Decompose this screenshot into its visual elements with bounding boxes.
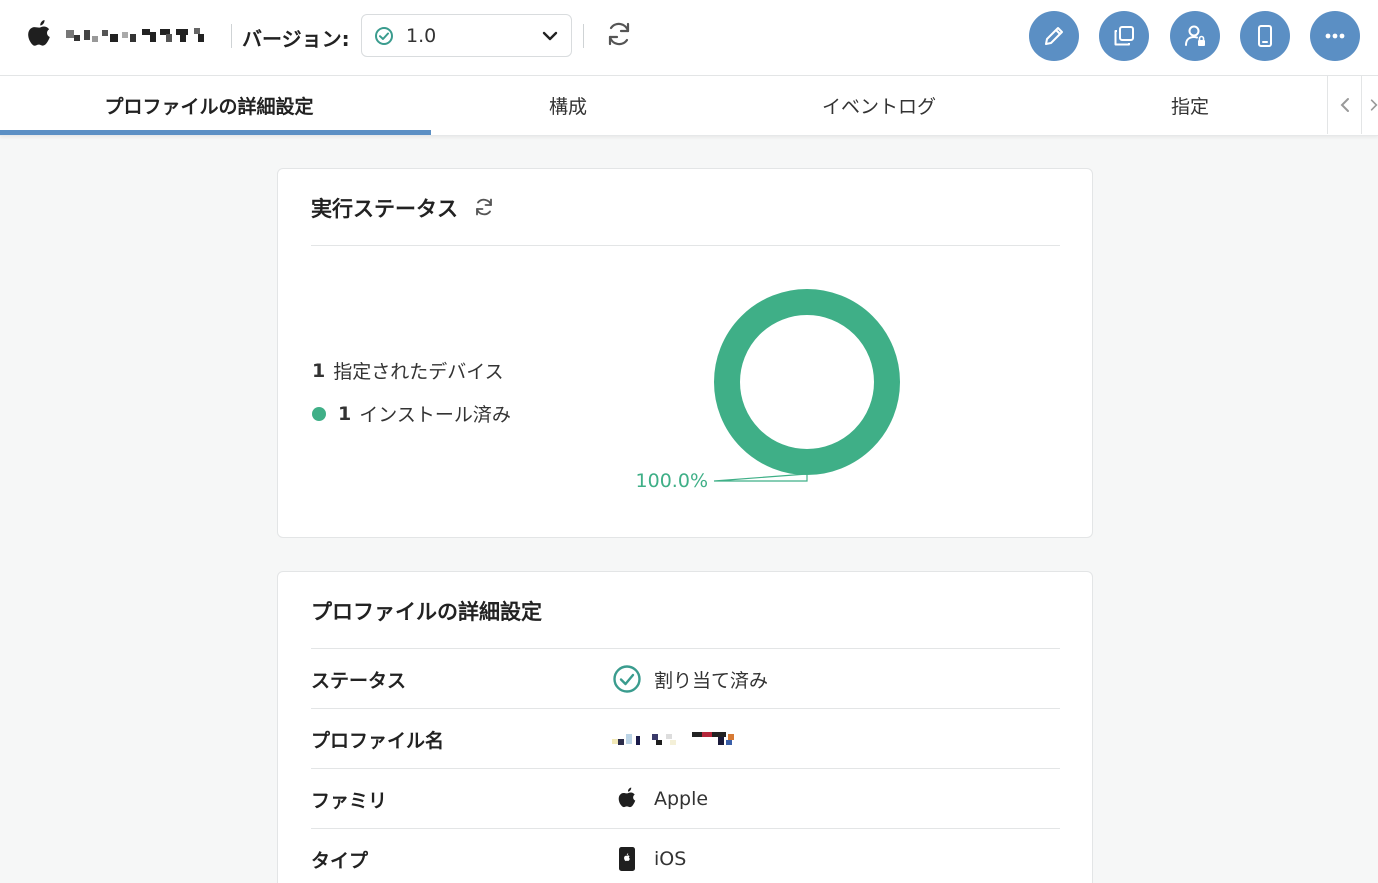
chevron-right-icon [1370, 99, 1378, 111]
refresh-icon[interactable] [604, 19, 634, 49]
version-dropdown[interactable]: 1.0 [361, 14, 572, 57]
tab-profile-details[interactable]: プロファイルの詳細設定 [0, 76, 418, 134]
donut-slice-インストール済み [714, 289, 900, 475]
profile-name-redacted [612, 732, 734, 745]
more-icon [1325, 33, 1345, 39]
detail-row-type: タイプ iOS [311, 828, 1060, 883]
chevron-down-icon [542, 31, 558, 41]
edit-button[interactable] [1029, 11, 1079, 61]
tab-configuration[interactable]: 構成 [418, 76, 718, 134]
more-options-button[interactable] [1310, 11, 1360, 61]
assign-user-button[interactable] [1170, 11, 1220, 61]
tab-assignment[interactable]: 指定 [1040, 76, 1340, 134]
detail-row-status: ステータス 割り当て済み [311, 648, 1060, 708]
user-lock-icon [1185, 25, 1205, 46]
detail-row-profile-name: プロファイル名 [311, 708, 1060, 768]
execution-status-card: 実行ステータス 1 指定されたデバイス 1 インストール済み 100.0% [277, 168, 1093, 538]
device-button[interactable] [1240, 11, 1290, 61]
copy-button[interactable] [1099, 11, 1149, 61]
tab-event-log[interactable]: イベントログ [718, 76, 1040, 134]
pencil-icon [1045, 27, 1063, 45]
copy-icon [1114, 26, 1134, 46]
details-card-title: プロファイルの詳細設定 [311, 600, 542, 624]
percent-data-label: 100.0% [636, 470, 708, 492]
type-label: タイプ [311, 849, 369, 872]
check-circle-icon [613, 665, 641, 693]
ios-device-icon [619, 847, 635, 871]
profile-name-label: プロファイル名 [311, 729, 445, 752]
tab-scroll-right-button[interactable] [1361, 76, 1378, 134]
divider [583, 24, 584, 48]
active-tab-indicator [0, 130, 431, 135]
profile-details-card: プロファイルの詳細設定 ステータス 割り当て済み プロファイル名 ファミリ Ap… [277, 571, 1093, 883]
mobile-device-icon [1258, 25, 1272, 47]
apple-icon [28, 20, 50, 46]
profile-name-redacted [66, 28, 204, 42]
status-text: 割り当て済み [654, 669, 769, 692]
tab-scroll-left-button[interactable] [1327, 76, 1361, 134]
top-header: バージョン: 1.0 [0, 0, 1378, 76]
detail-row-family: ファミリ Apple [311, 768, 1060, 828]
chevron-left-icon [1340, 98, 1349, 112]
family-label: ファミリ [311, 789, 388, 812]
install-status-donut-chart: 100.0% [636, 289, 900, 492]
type-text: iOS [654, 848, 687, 870]
status-value: 割り当て済み [612, 649, 768, 709]
version-label: バージョン: [242, 27, 350, 51]
percent-leader-line [713, 473, 808, 482]
family-value: Apple [612, 769, 708, 829]
check-circle-icon [375, 27, 393, 45]
version-value: 1.0 [406, 25, 437, 47]
profile-name-value [612, 709, 740, 769]
status-label: ステータス [311, 669, 407, 692]
type-value: iOS [612, 829, 686, 883]
tab-bar: プロファイルの詳細設定 構成 イベントログ 指定 [0, 76, 1378, 136]
divider [231, 24, 232, 48]
family-text: Apple [654, 788, 709, 810]
apple-icon [618, 787, 636, 808]
